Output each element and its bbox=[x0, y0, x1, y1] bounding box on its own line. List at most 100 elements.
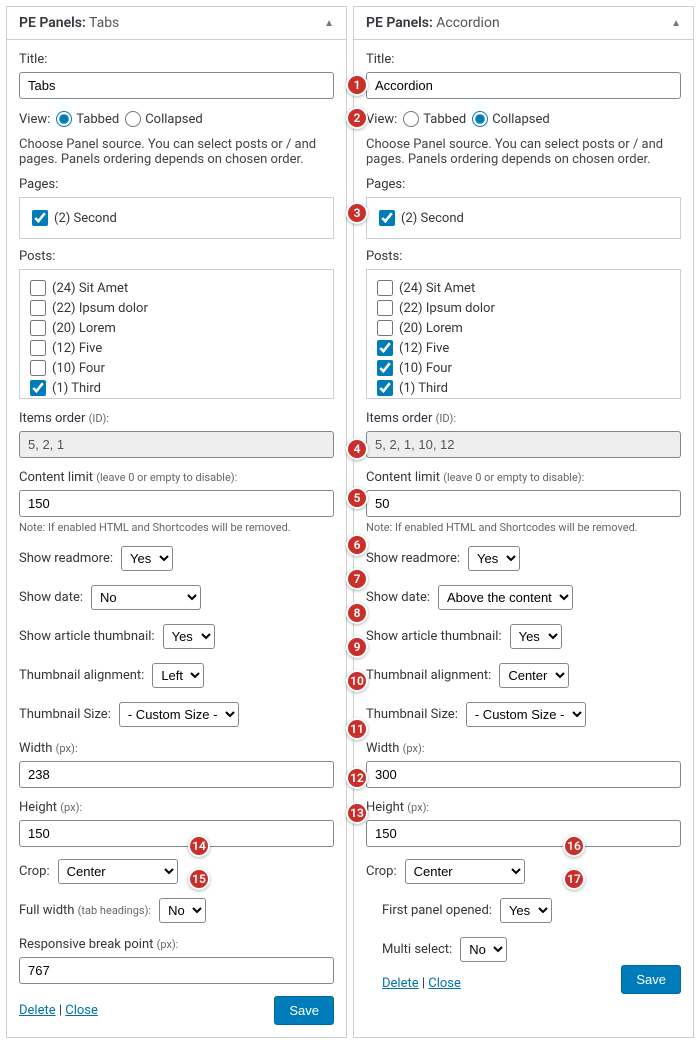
pages-box: (2) Second bbox=[19, 197, 334, 239]
annotation-marker: 15 bbox=[188, 868, 210, 890]
checkbox[interactable] bbox=[32, 210, 48, 226]
limit-input[interactable] bbox=[19, 490, 334, 517]
panel-accordion: PE Panels: Accordion ▲ Title: View: Tabb… bbox=[353, 6, 694, 1038]
annotation-marker: 4 bbox=[346, 438, 368, 460]
list-item[interactable]: (24) Sit Amet bbox=[30, 278, 323, 298]
list-item[interactable]: (2) Second bbox=[379, 210, 668, 226]
list-item[interactable]: (1) Third bbox=[377, 378, 670, 398]
height-input[interactable] bbox=[19, 820, 334, 847]
view-collapsed-option[interactable]: Collapsed bbox=[125, 111, 203, 127]
list-item[interactable]: (5) First bbox=[30, 398, 323, 399]
view-collapsed-radio[interactable] bbox=[125, 111, 141, 127]
crop-select[interactable]: Center bbox=[405, 859, 525, 884]
view-collapsed-radio[interactable] bbox=[472, 111, 488, 127]
width-input[interactable] bbox=[19, 761, 334, 788]
list-item[interactable]: (24) Sit Amet bbox=[377, 278, 670, 298]
list-item[interactable]: (10) Four bbox=[30, 358, 323, 378]
limit-note: Note: If enabled HTML and Shortcodes wil… bbox=[19, 521, 334, 534]
checkbox[interactable] bbox=[377, 360, 393, 376]
list-item[interactable]: (12) Five bbox=[30, 338, 323, 358]
panel-title-suffix: Tabs bbox=[86, 15, 119, 31]
collapse-icon[interactable]: ▲ bbox=[671, 18, 681, 29]
view-label: View: bbox=[19, 112, 50, 127]
height-label: Height (px): bbox=[366, 800, 681, 815]
width-input[interactable] bbox=[366, 761, 681, 788]
posts-scrollbox[interactable]: (24) Sit Amet(22) Ipsum dolor(20) Lorem(… bbox=[366, 269, 681, 399]
size-select[interactable]: - Custom Size - bbox=[466, 702, 586, 727]
save-button[interactable]: Save bbox=[621, 965, 681, 994]
thumb-label: Show article thumbnail: bbox=[366, 629, 502, 644]
date-select[interactable]: Above the content bbox=[438, 585, 573, 610]
checkbox[interactable] bbox=[377, 320, 393, 336]
crop-select[interactable]: Center bbox=[58, 859, 178, 884]
annotation-marker: 13 bbox=[346, 802, 368, 824]
checkbox[interactable] bbox=[30, 300, 46, 316]
readmore-select[interactable]: Yes bbox=[121, 546, 173, 571]
save-button[interactable]: Save bbox=[274, 996, 334, 1025]
list-item[interactable]: (1) Third bbox=[30, 378, 323, 398]
date-select[interactable]: No bbox=[91, 585, 201, 610]
width-label: Width (px): bbox=[366, 741, 681, 756]
list-item[interactable]: (20) Lorem bbox=[30, 318, 323, 338]
view-tabbed-option[interactable]: Tabbed bbox=[403, 111, 466, 127]
title-input[interactable] bbox=[19, 72, 334, 99]
view-collapsed-option[interactable]: Collapsed bbox=[472, 111, 550, 127]
posts-label: Posts: bbox=[19, 249, 334, 264]
checkbox[interactable] bbox=[377, 380, 393, 396]
crop-label: Crop: bbox=[19, 864, 50, 879]
fullwidth-select[interactable]: No bbox=[159, 898, 206, 923]
checkbox[interactable] bbox=[30, 360, 46, 376]
title-label: Title: bbox=[19, 52, 334, 67]
pages-label: Pages: bbox=[19, 177, 334, 192]
height-input[interactable] bbox=[366, 820, 681, 847]
list-item[interactable]: (22) Ipsum dolor bbox=[30, 298, 323, 318]
order-label: Items order (ID): bbox=[366, 411, 681, 426]
list-item[interactable]: (5) First bbox=[377, 398, 670, 399]
list-item[interactable]: (22) Ipsum dolor bbox=[377, 298, 670, 318]
view-label: View: bbox=[366, 112, 397, 127]
checkbox[interactable] bbox=[377, 280, 393, 296]
view-tabbed-option[interactable]: Tabbed bbox=[56, 111, 119, 127]
checkbox[interactable] bbox=[379, 210, 395, 226]
list-item[interactable]: (2) Second bbox=[32, 210, 321, 226]
checkbox[interactable] bbox=[30, 280, 46, 296]
thumb-select[interactable]: Yes bbox=[510, 624, 562, 649]
align-select[interactable]: Center bbox=[499, 663, 569, 688]
list-item[interactable]: (20) Lorem bbox=[377, 318, 670, 338]
annotation-marker: 14 bbox=[188, 835, 210, 857]
crop-label: Crop: bbox=[366, 864, 397, 879]
view-tabbed-radio[interactable] bbox=[403, 111, 419, 127]
checkbox[interactable] bbox=[377, 340, 393, 356]
checkbox[interactable] bbox=[30, 380, 46, 396]
posts-scrollbox[interactable]: (24) Sit Amet(22) Ipsum dolor(20) Lorem(… bbox=[19, 269, 334, 399]
panel-tabs: PE Panels: Tabs ▲ Title: View: Tabbed Co… bbox=[6, 6, 347, 1038]
checkbox[interactable] bbox=[377, 300, 393, 316]
delete-link[interactable]: Delete bbox=[382, 976, 419, 991]
title-input[interactable] bbox=[366, 72, 681, 99]
align-select[interactable]: Left bbox=[152, 663, 204, 688]
panel-title-suffix: Accordion bbox=[433, 15, 500, 31]
collapse-icon[interactable]: ▲ bbox=[324, 18, 334, 29]
size-select[interactable]: - Custom Size - bbox=[119, 702, 239, 727]
limit-input[interactable] bbox=[366, 490, 681, 517]
close-link[interactable]: Close bbox=[65, 1003, 98, 1018]
list-item[interactable]: (12) Five bbox=[377, 338, 670, 358]
order-input bbox=[366, 431, 681, 458]
checkbox[interactable] bbox=[30, 320, 46, 336]
delete-link[interactable]: Delete bbox=[19, 1003, 56, 1018]
list-item[interactable]: (10) Four bbox=[377, 358, 670, 378]
width-label: Width (px): bbox=[19, 741, 334, 756]
firstpanel-select[interactable]: Yes bbox=[500, 898, 552, 923]
size-label: Thumbnail Size: bbox=[19, 707, 111, 722]
panel-title-prefix: PE Panels: bbox=[19, 15, 86, 31]
readmore-label: Show readmore: bbox=[366, 551, 460, 566]
view-tabbed-radio[interactable] bbox=[56, 111, 72, 127]
checkbox[interactable] bbox=[30, 340, 46, 356]
thumb-select[interactable]: Yes bbox=[163, 624, 215, 649]
multi-select[interactable]: No bbox=[460, 937, 507, 962]
break-input[interactable] bbox=[19, 957, 334, 984]
panel-header: PE Panels: Tabs ▲ bbox=[7, 7, 346, 40]
readmore-select[interactable]: Yes bbox=[468, 546, 520, 571]
close-link[interactable]: Close bbox=[428, 976, 461, 991]
annotation-marker: 6 bbox=[346, 534, 368, 556]
